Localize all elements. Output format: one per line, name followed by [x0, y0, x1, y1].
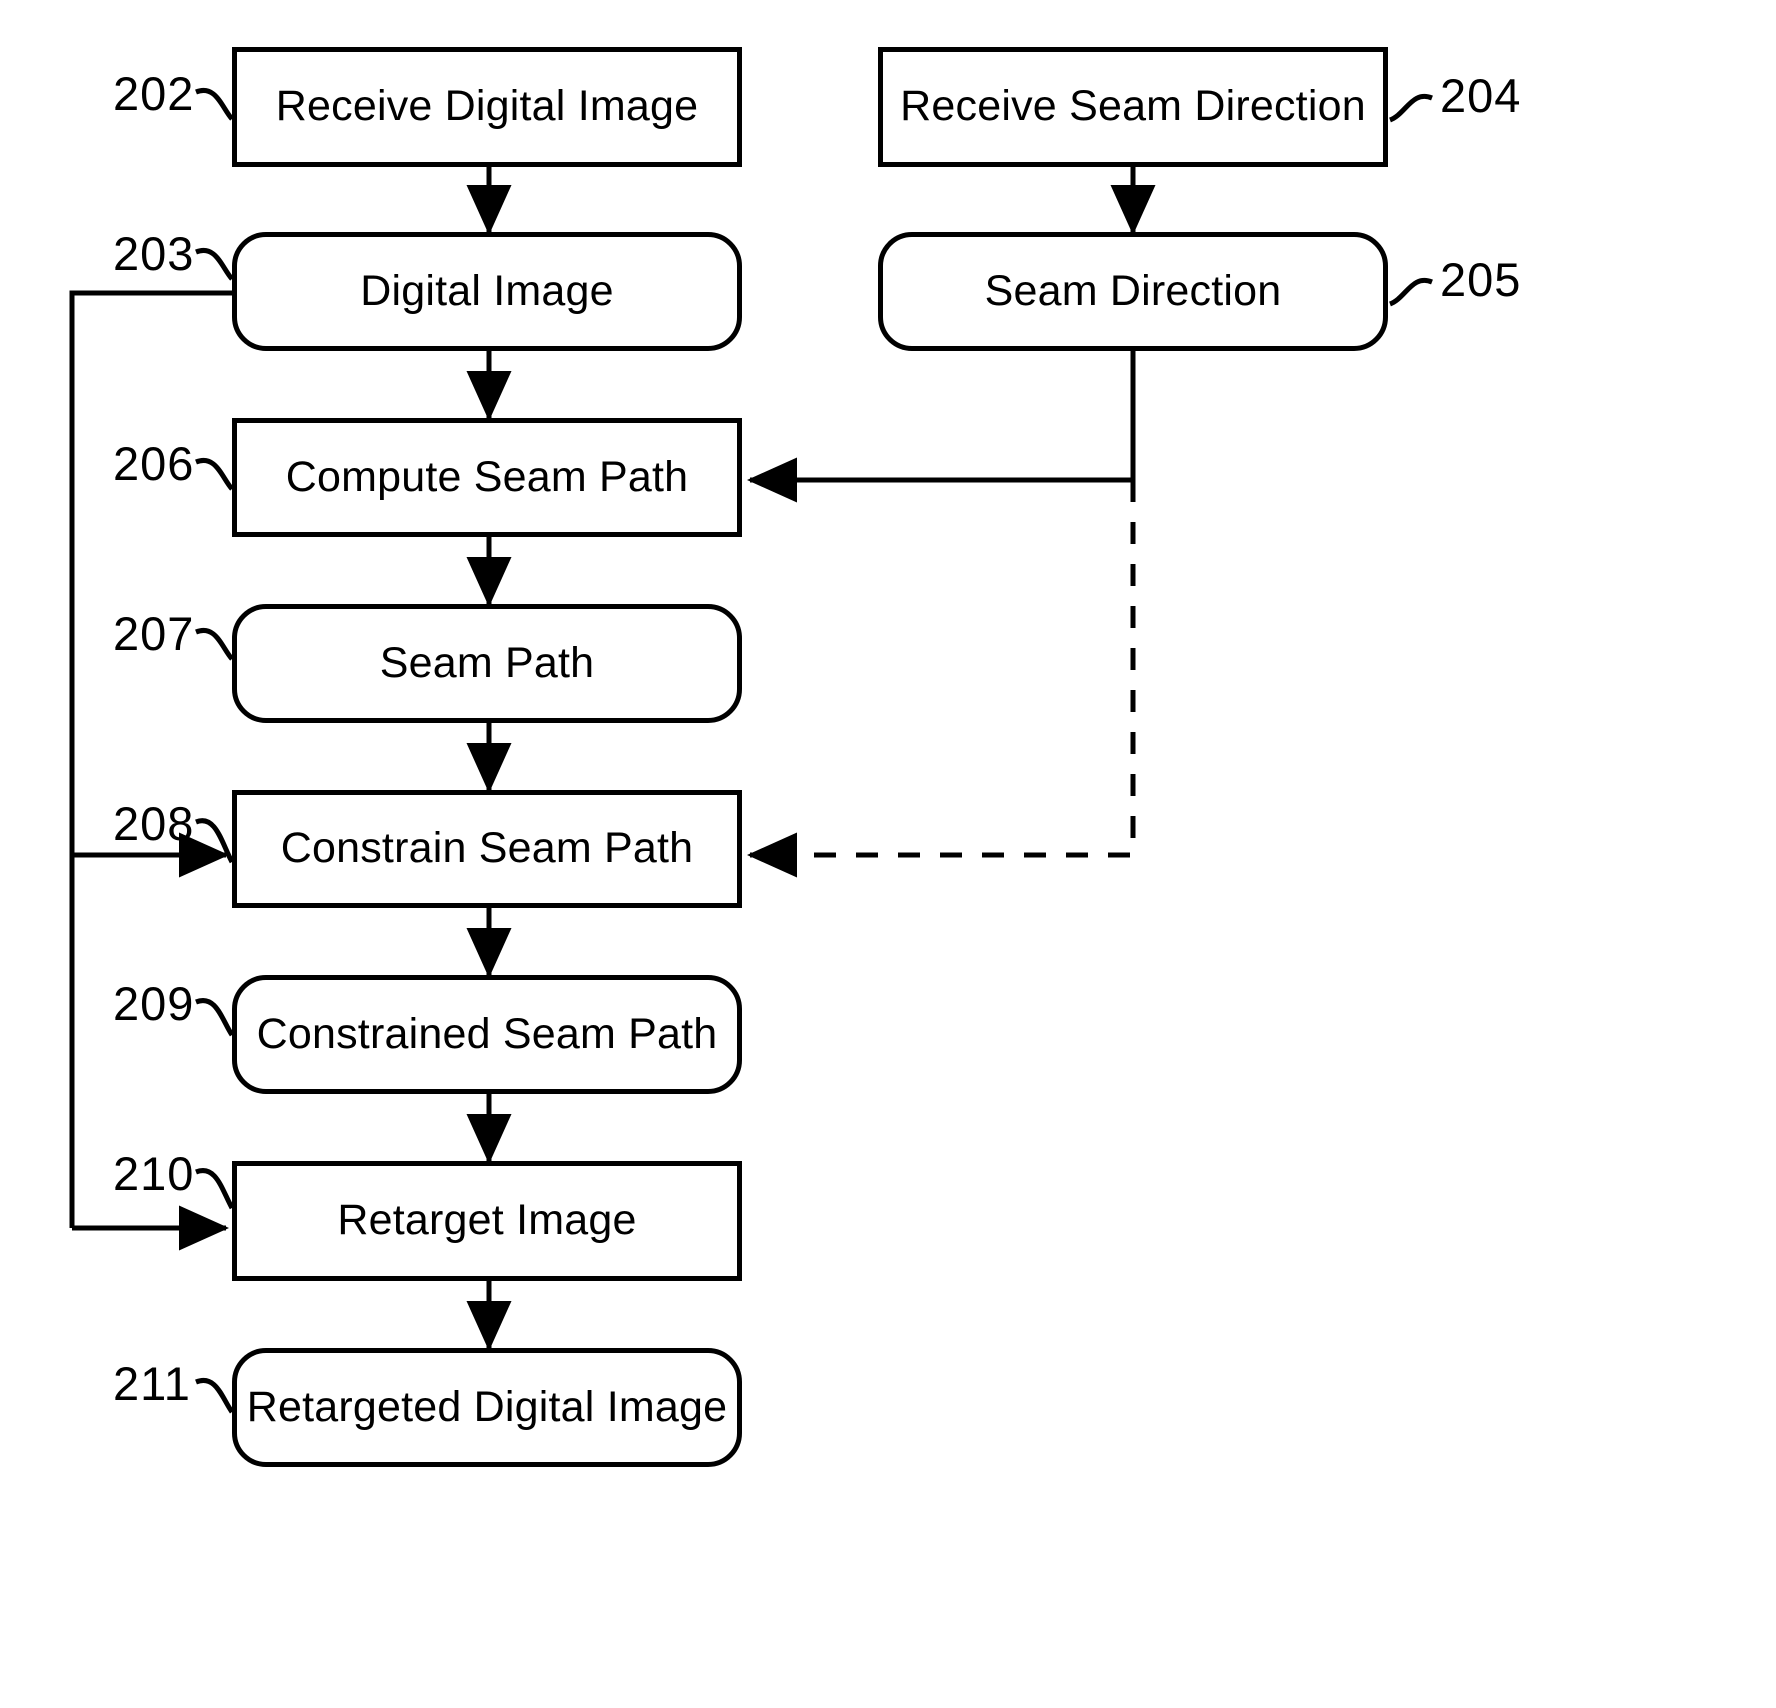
- node-label: Digital Image: [360, 266, 614, 315]
- ref-number-202: 202: [113, 67, 195, 120]
- ref-number-209: 209: [113, 977, 195, 1030]
- ref-number-211: 211: [113, 1357, 191, 1410]
- ref-number-203: 203: [113, 227, 195, 280]
- node-label: Compute Seam Path: [285, 452, 689, 501]
- node-seam-path[interactable]: Seam Path: [232, 604, 742, 723]
- leader-208: [195, 818, 235, 864]
- leader-202: [195, 87, 234, 121]
- node-compute-seam-path[interactable]: Compute Seam Path: [232, 418, 742, 537]
- ref-number-207: 207: [113, 607, 195, 660]
- edge-205-208-dashed: [746, 480, 1136, 878]
- ref-number-205: 205: [1440, 253, 1522, 306]
- node-digital-image[interactable]: Digital Image: [232, 232, 742, 351]
- leader-210: [195, 1168, 235, 1210]
- leader-207: [195, 627, 234, 661]
- leader-206: [195, 457, 234, 491]
- node-label: Retarget Image: [337, 1196, 637, 1245]
- node-label: Seam Direction: [984, 266, 1282, 315]
- node-label: Receive Digital Image: [275, 82, 699, 131]
- node-label: Receive Seam Direction: [900, 82, 1366, 131]
- ref-number-206: 206: [113, 437, 195, 490]
- edge-205-206: [746, 351, 1136, 503]
- node-label: Constrain Seam Path: [280, 824, 694, 873]
- node-receive-digital-image[interactable]: Receive Digital Image: [232, 47, 742, 167]
- ref-number-204: 204: [1440, 69, 1522, 122]
- node-receive-seam-direction[interactable]: Receive Seam Direction: [878, 47, 1388, 167]
- node-label: Constrained Seam Path: [256, 1009, 718, 1058]
- node-label: Retargeted Digital Image: [246, 1382, 728, 1431]
- node-constrained-seam-path[interactable]: Constrained Seam Path: [232, 975, 742, 1094]
- ref-number-210: 210: [113, 1147, 195, 1200]
- node-seam-direction[interactable]: Seam Direction: [878, 232, 1388, 351]
- leader-209: [195, 998, 235, 1037]
- edge-203-feedback-trunk: [69, 290, 232, 1228]
- node-retarget-image[interactable]: Retarget Image: [232, 1161, 742, 1281]
- node-retargeted-digital-image[interactable]: Retargeted Digital Image: [232, 1348, 742, 1467]
- leader-211: [195, 1377, 235, 1414]
- leader-203: [195, 247, 234, 281]
- leader-205: [1388, 277, 1433, 307]
- node-constrain-seam-path[interactable]: Constrain Seam Path: [232, 790, 742, 908]
- ref-number-208: 208: [113, 797, 195, 850]
- flowchart-figure: Receive Digital Image Digital Image Rece…: [0, 0, 1776, 1708]
- node-label: Seam Path: [379, 638, 595, 687]
- leader-204: [1388, 93, 1433, 123]
